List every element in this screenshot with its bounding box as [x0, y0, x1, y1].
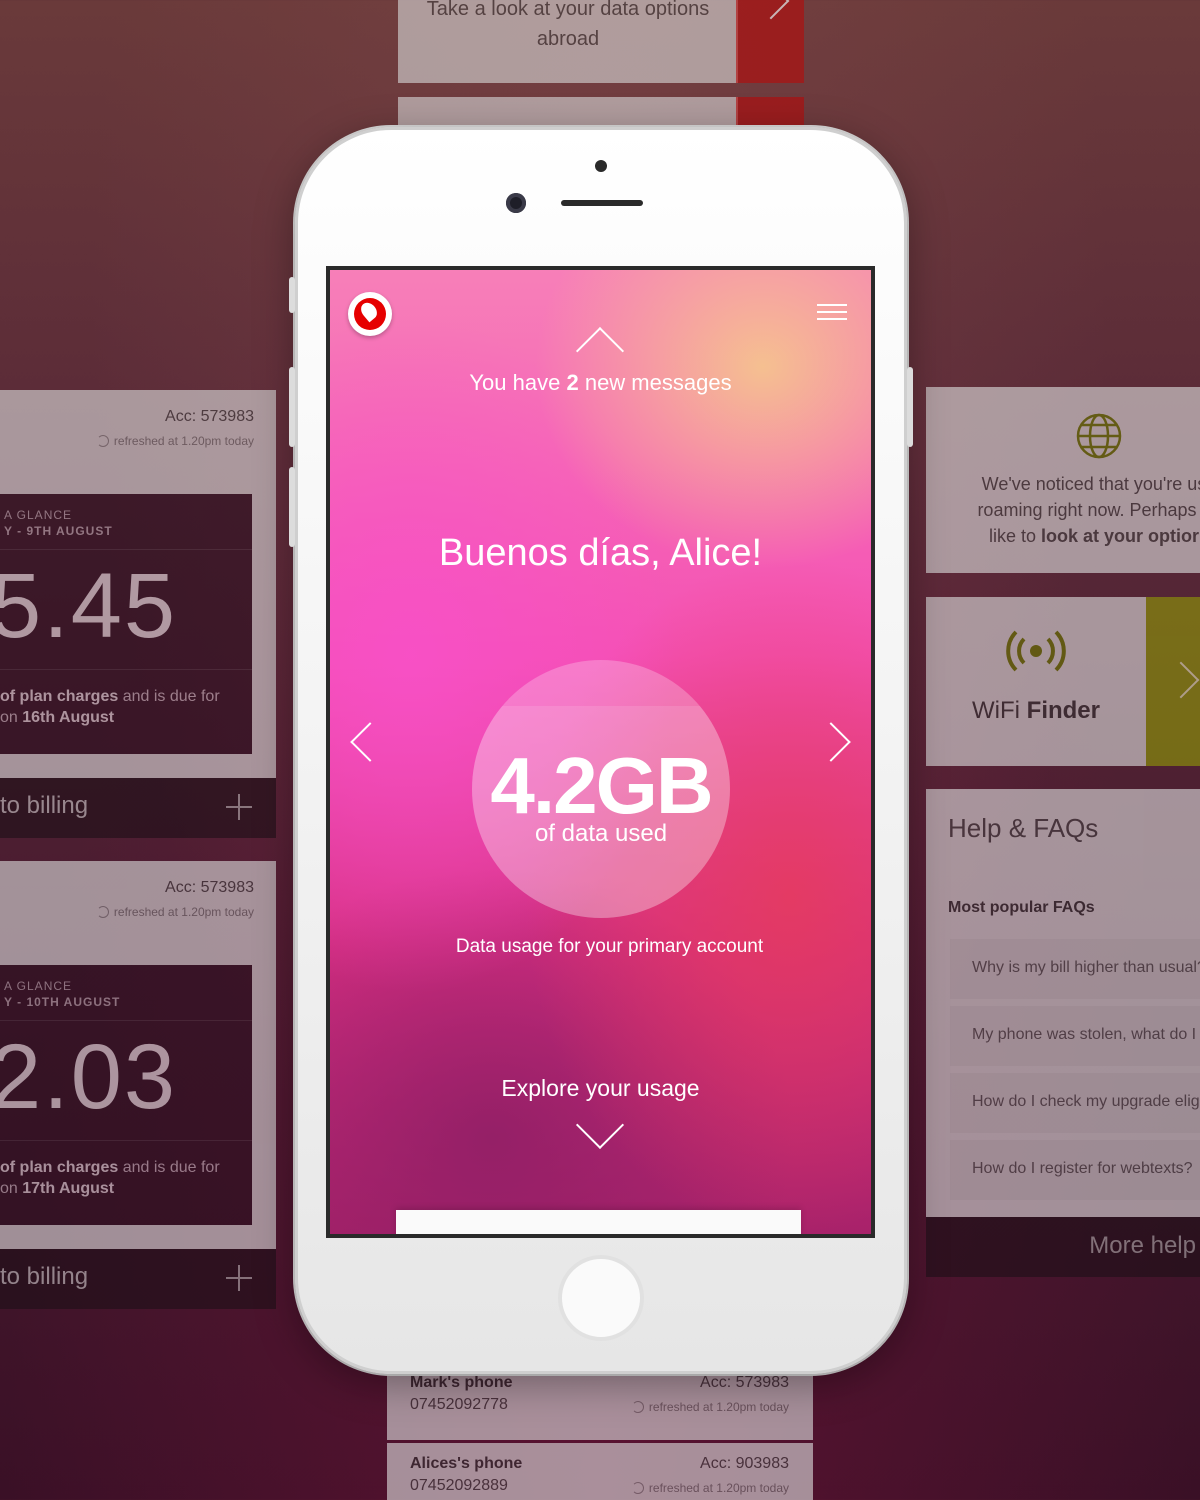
account-number: Acc: 573983: [700, 1374, 789, 1391]
message-count: 2: [566, 370, 579, 395]
data-abroad-line2: abroad: [536, 28, 600, 50]
user-name: Alice!: [669, 532, 763, 574]
account-number: Acc: 573983: [165, 879, 254, 896]
help-faqs-card: Help & FAQs Most popular FAQs Why is my …: [926, 789, 1200, 1277]
bill-amount: 2.03: [0, 1026, 178, 1128]
data-abroad-arrow-button[interactable]: [736, 0, 804, 83]
go-to-billing-button[interactable]: to billing: [0, 778, 276, 838]
refresh-icon: [631, 1482, 644, 1494]
proximity-sensor: [595, 160, 607, 172]
faq-item[interactable]: How do I register for webtexts?: [950, 1140, 1200, 1200]
power-button: [907, 367, 913, 447]
chevron-up-icon[interactable]: [575, 326, 625, 376]
glance-label: A GLANCE: [4, 508, 73, 522]
wifi-finder-arrow-button[interactable]: [1146, 597, 1200, 766]
wifi-finder-label: WiFi Finder: [972, 697, 1100, 724]
data-abroad-card[interactable]: Take a look at your data options abroad: [398, 0, 738, 83]
at-a-glance-panel: A GLANCE Y - 10TH AUGUST 2.03 of plan ch…: [0, 965, 252, 1225]
hamburger-menu-icon[interactable]: [817, 304, 847, 320]
faq-item[interactable]: My phone was stolen, what do I d: [950, 1006, 1200, 1066]
plus-icon: [226, 794, 252, 820]
refresh-icon: [96, 906, 109, 918]
data-used-label: of data used: [534, 820, 668, 847]
phone-frame: You have 2 new messages Buenos días, Ali…: [289, 127, 913, 1374]
device-name: Alices's phone: [410, 1455, 523, 1472]
mute-switch: [289, 277, 295, 313]
chevron-right-icon: [752, 0, 790, 20]
vodafone-logo[interactable]: [348, 292, 392, 336]
wifi-signal-icon: [1006, 630, 1066, 672]
help-faqs-title: Help & FAQs: [948, 813, 1099, 843]
roaming-message: We've noticed that you're us roaming rig…: [977, 474, 1200, 546]
chevron-right-icon: [1162, 661, 1200, 699]
volume-up-button: [289, 367, 295, 447]
roaming-card[interactable]: We've noticed that you're us roaming rig…: [926, 387, 1200, 573]
go-to-billing-label: to billing: [0, 792, 89, 819]
billing-card: Acc: 573983 refreshed at 1.20pm today A …: [0, 861, 276, 1309]
glance-date: Y - 10TH AUGUST: [4, 995, 121, 1009]
go-to-billing-label: to billing: [0, 1263, 89, 1290]
data-used-value: 4.2GB: [490, 741, 713, 830]
chevron-left-icon[interactable]: [350, 722, 390, 762]
greeting: Buenos días, Alice!: [438, 532, 763, 574]
billing-card: Acc: 573983 refreshed at 1.20pm today A …: [0, 390, 276, 838]
bill-amount: 5.45: [0, 555, 178, 657]
data-abroad-line1: Take a look at your data options: [426, 0, 710, 20]
at-a-glance-panel: A GLANCE Y - 9TH AUGUST 5.45 of plan cha…: [0, 494, 252, 754]
account-number: Acc: 573983: [165, 408, 254, 425]
refresh-status: refreshed at 1.20pm today: [96, 905, 254, 919]
explore-usage-link[interactable]: Explore your usage: [330, 1075, 871, 1102]
glance-label: A GLANCE: [4, 979, 73, 993]
device-name: Mark's phone: [410, 1374, 513, 1391]
usage-caption: Data usage for your primary account: [455, 936, 764, 957]
front-camera-icon: [506, 193, 526, 213]
device-card[interactable]: Alices's phone 07452092889 Acc: 903983 r…: [387, 1443, 813, 1500]
faq-item[interactable]: Why is my bill higher than usual?: [950, 939, 1200, 999]
popular-faqs-heading: Most popular FAQs: [948, 899, 1095, 916]
home-button[interactable]: [558, 1255, 644, 1341]
device-number: 07452092778: [410, 1396, 508, 1413]
data-usage-gauge[interactable]: 4.2GB of data used: [472, 660, 730, 918]
refresh-icon: [631, 1401, 644, 1413]
more-help-label: More help: [1089, 1232, 1196, 1259]
glance-date: Y - 9TH AUGUST: [4, 524, 113, 538]
globe-icon: [1076, 413, 1122, 459]
chevron-down-icon[interactable]: [575, 1100, 625, 1150]
refresh-status: refreshed at 1.20pm today: [631, 1481, 789, 1495]
refresh-icon: [96, 435, 109, 447]
refresh-status: refreshed at 1.20pm today: [631, 1400, 789, 1414]
volume-down-button: [289, 467, 295, 547]
app-screen: You have 2 new messages Buenos días, Ali…: [326, 266, 875, 1238]
go-to-billing-button[interactable]: to billing: [0, 1249, 276, 1309]
bill-description: of plan charges and is due for on 17th A…: [0, 1159, 220, 1197]
account-number: Acc: 903983: [700, 1455, 789, 1472]
device-number: 07452092889: [410, 1477, 508, 1494]
chevron-right-icon[interactable]: [811, 722, 851, 762]
faq-item[interactable]: How do I check my upgrade elig: [950, 1073, 1200, 1133]
plus-icon: [226, 1265, 252, 1291]
bill-description: of plan charges and is due for on 16th A…: [0, 688, 220, 726]
earpiece-speaker: [561, 200, 643, 206]
new-messages-link[interactable]: You have 2 new messages: [330, 370, 871, 396]
more-help-button[interactable]: More help: [926, 1217, 1200, 1277]
refresh-status: refreshed at 1.20pm today: [96, 434, 254, 448]
account-card-peek[interactable]: [396, 1210, 801, 1234]
wifi-finder-card[interactable]: WiFi Finder: [926, 597, 1146, 766]
